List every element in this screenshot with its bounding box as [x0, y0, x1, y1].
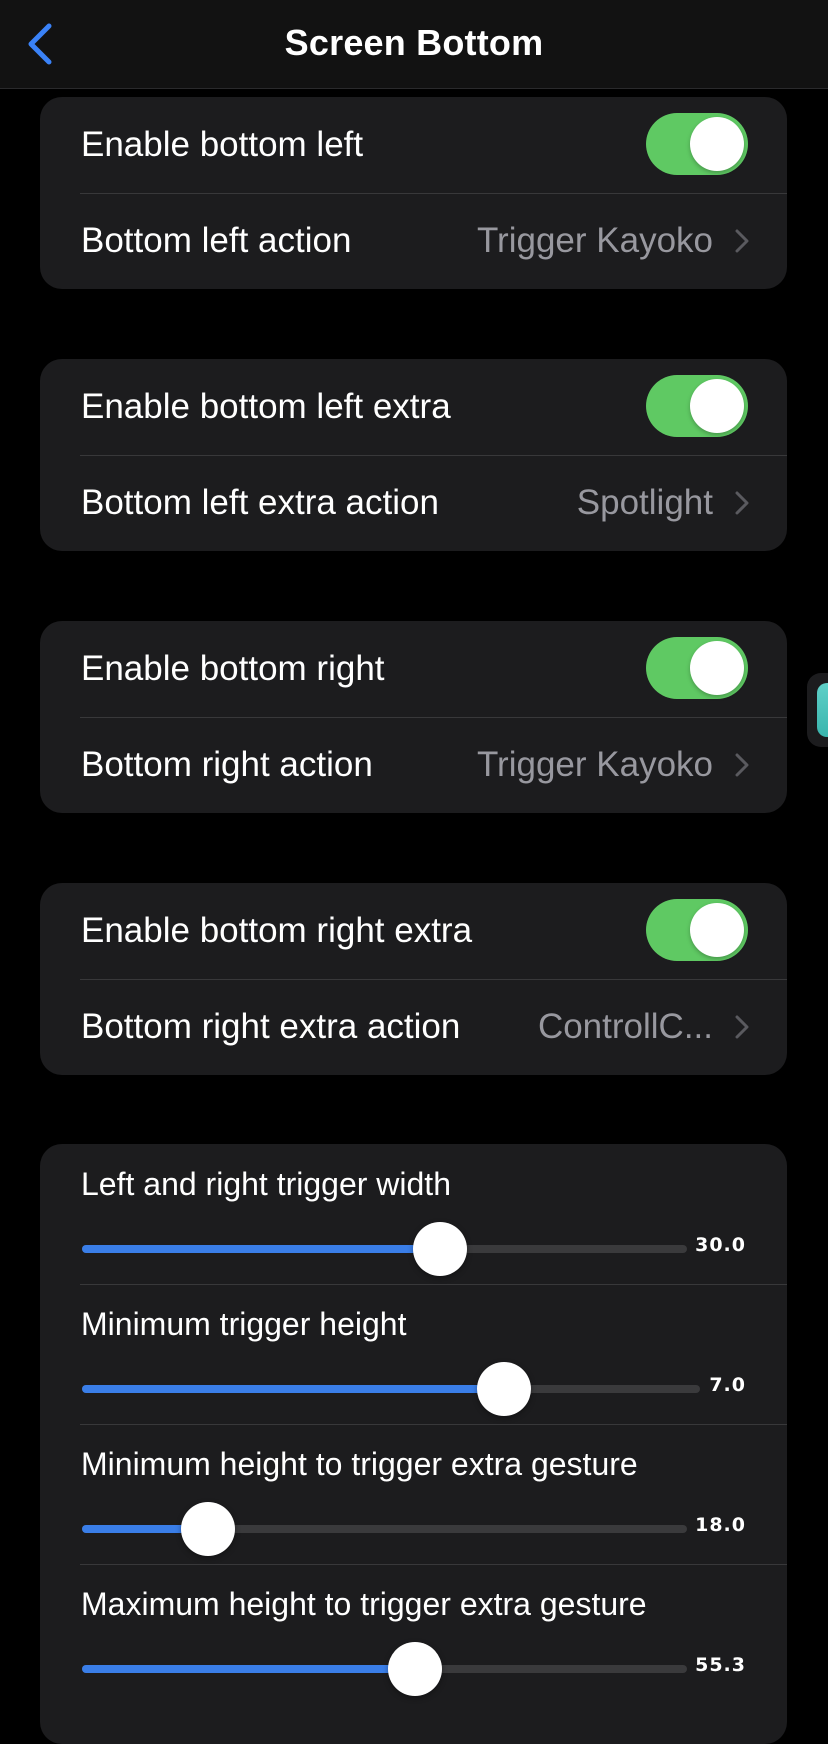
page-title: Screen Bottom: [284, 22, 544, 63]
action-value: Trigger Kayoko: [476, 221, 713, 260]
navigation-bar: Screen Bottom: [0, 0, 828, 89]
settings-group-bottom-right: Enable bottom right Bottom right action …: [40, 621, 787, 813]
trigger-size-sliders-group: Left and right trigger width 30.0 Minimu…: [40, 1144, 787, 1744]
trigger-width-slider[interactable]: [82, 1222, 687, 1276]
settings-group-bottom-left: Enable bottom left Bottom left action Tr…: [40, 97, 787, 289]
action-value: Trigger Kayoko: [476, 745, 713, 784]
chevron-right-icon: [735, 1015, 749, 1039]
slider-row-min-extra-height: Minimum height to trigger extra gesture …: [40, 1424, 787, 1564]
settings-group-bottom-left-extra: Enable bottom left extra Bottom left ext…: [40, 359, 787, 551]
slider-thumb[interactable]: [412, 1222, 467, 1276]
max-extra-gesture-height-slider[interactable]: [82, 1642, 687, 1696]
action-label: Bottom left action: [81, 221, 352, 260]
action-row[interactable]: Bottom left extra action Spotlight: [40, 455, 787, 551]
slider-label: Minimum trigger height: [81, 1306, 407, 1342]
bottom-right-action-selector[interactable]: Trigger Kayoko: [477, 717, 749, 813]
toggle-knob: [690, 641, 744, 695]
slider-label: Maximum height to trigger extra gesture: [81, 1586, 647, 1622]
slider-fill: [82, 1385, 504, 1393]
bottom-left-extra-action-selector[interactable]: Spotlight: [577, 455, 749, 551]
toggle-row: Enable bottom right extra: [40, 883, 787, 979]
slider-value: 30.0: [695, 1234, 746, 1256]
toggle-label: Enable bottom left: [81, 125, 364, 164]
enable-bottom-left-toggle[interactable]: [646, 113, 748, 175]
min-extra-gesture-height-slider[interactable]: [82, 1502, 687, 1556]
slider-row-min-trigger-height: Minimum trigger height 7.0: [40, 1284, 787, 1424]
toggle-label: Enable bottom left extra: [81, 387, 451, 426]
slider-label: Left and right trigger width: [81, 1166, 451, 1202]
bottom-left-action-selector[interactable]: Trigger Kayoko: [477, 193, 749, 289]
slider-fill: [82, 1665, 415, 1673]
chevron-right-icon: [735, 753, 749, 777]
toggle-label: Enable bottom right extra: [81, 911, 473, 950]
slider-thumb[interactable]: [476, 1362, 531, 1416]
slider-thumb[interactable]: [181, 1502, 236, 1556]
slider-value: 7.0: [709, 1374, 746, 1396]
slider-thumb[interactable]: [387, 1642, 442, 1696]
assistive-touch-icon: [817, 683, 828, 737]
action-row[interactable]: Bottom right extra action ControllC...: [40, 979, 787, 1075]
slider-value: 18.0: [695, 1514, 746, 1536]
toggle-row: Enable bottom left extra: [40, 359, 787, 455]
action-label: Bottom right extra action: [81, 1007, 461, 1046]
slider-row-max-extra-height: Maximum height to trigger extra gesture …: [40, 1564, 787, 1704]
settings-group-bottom-right-extra: Enable bottom right extra Bottom right e…: [40, 883, 787, 1075]
toggle-row: Enable bottom left: [40, 97, 787, 193]
assistive-touch-button[interactable]: [807, 673, 828, 747]
action-value: Spotlight: [576, 483, 713, 522]
action-value: ControllC...: [537, 1007, 713, 1046]
toggle-label: Enable bottom right: [81, 649, 385, 688]
toggle-knob: [690, 379, 744, 433]
slider-row-trigger-width: Left and right trigger width 30.0: [40, 1144, 787, 1284]
bottom-right-extra-action-selector[interactable]: ControllC...: [538, 979, 749, 1075]
toggle-row: Enable bottom right: [40, 621, 787, 717]
slider-label: Minimum height to trigger extra gesture: [81, 1446, 638, 1482]
action-row[interactable]: Bottom left action Trigger Kayoko: [40, 193, 787, 289]
action-row[interactable]: Bottom right action Trigger Kayoko: [40, 717, 787, 813]
toggle-knob: [690, 117, 744, 171]
toggle-knob: [690, 903, 744, 957]
action-label: Bottom left extra action: [81, 483, 439, 522]
chevron-right-icon: [735, 491, 749, 515]
chevron-right-icon: [735, 229, 749, 253]
slider-value: 55.3: [695, 1654, 746, 1676]
enable-bottom-left-extra-toggle[interactable]: [646, 375, 748, 437]
slider-fill: [82, 1245, 440, 1253]
action-label: Bottom right action: [81, 745, 373, 784]
enable-bottom-right-extra-toggle[interactable]: [646, 899, 748, 961]
min-trigger-height-slider[interactable]: [82, 1362, 700, 1416]
enable-bottom-right-toggle[interactable]: [646, 637, 748, 699]
